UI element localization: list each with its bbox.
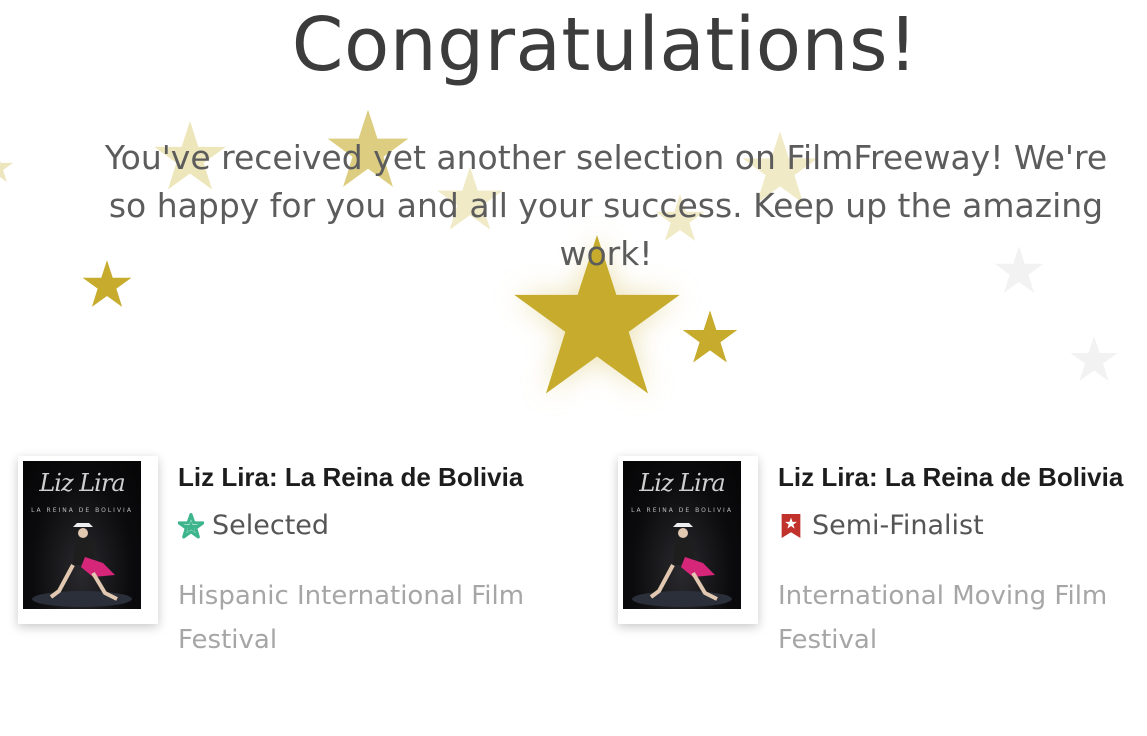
- congrats-message: You've received yet another selection on…: [104, 138, 1108, 273]
- poster-title: Liz Lira: [39, 469, 125, 497]
- status-selected: Selected: [178, 510, 329, 541]
- star-icon: [1068, 334, 1120, 384]
- film-title[interactable]: Liz Lira: La Reina de Bolivia: [778, 462, 1123, 493]
- poster-subtitle: LA REINA DE BOLIVIA: [631, 507, 733, 514]
- selection-card[interactable]: Liz Lira LA REINA DE BOLIVIA Liz Lira: L…: [18, 456, 578, 656]
- star-icon: [680, 308, 740, 366]
- poster-subtitle: LA REINA DE BOLIVIA: [31, 507, 133, 514]
- status-label: Semi-Finalist: [812, 510, 984, 541]
- star-icon: [0, 150, 14, 184]
- status-semi-finalist: Semi-Finalist: [778, 510, 984, 541]
- star-badge-icon: [178, 512, 204, 539]
- film-title[interactable]: Liz Lira: La Reina de Bolivia: [178, 462, 523, 493]
- selection-card[interactable]: Liz Lira LA REINA DE BOLIVIA Liz Lira: L…: [618, 456, 1147, 656]
- festival-name[interactable]: Hispanic International Film Festival: [178, 574, 558, 662]
- dancer-figure: [632, 523, 732, 607]
- dancer-figure: [32, 523, 132, 607]
- status-label: Selected: [212, 510, 330, 541]
- ribbon-star-icon: [778, 513, 804, 539]
- film-poster[interactable]: Liz Lira LA REINA DE BOLIVIA: [618, 456, 758, 624]
- page-title: Congratulations!: [291, 2, 919, 88]
- festival-name[interactable]: International Moving Film Festival: [778, 574, 1138, 662]
- poster-title: Liz Lira: [639, 469, 725, 497]
- film-poster[interactable]: Liz Lira LA REINA DE BOLIVIA: [18, 456, 158, 624]
